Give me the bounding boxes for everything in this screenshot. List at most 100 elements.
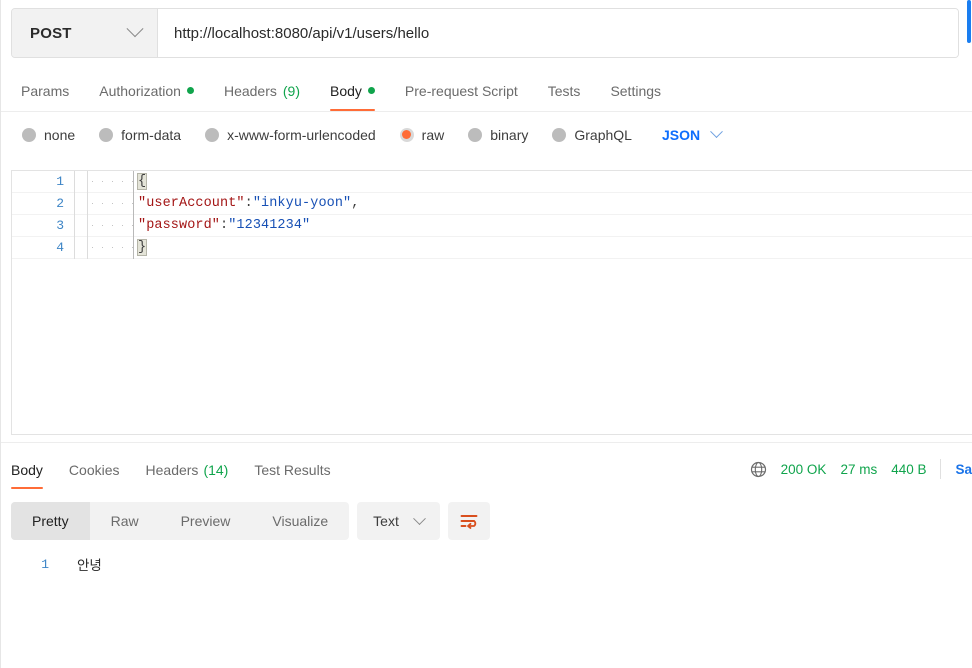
view-mode-preview[interactable]: Preview [160,502,252,540]
http-method-dropdown[interactable]: POST [12,9,158,57]
indent-dot [92,203,93,204]
indent-dot [122,203,123,204]
editor-line[interactable]: 1{ [12,171,972,193]
view-mode-visualize[interactable]: Visualize [251,502,349,540]
radio-button-icon[interactable] [552,127,567,142]
response-status-bar: 200 OK 27 ms 440 B Sa [750,455,972,483]
status-separator [940,459,942,479]
indent-dot [102,181,103,182]
json-close-brace: } [136,238,148,256]
body-type-label: none [44,126,76,143]
json-colon: : [244,195,253,211]
line-number: 2 [56,196,64,211]
radio-button-icon[interactable] [99,127,114,142]
view-mode-raw[interactable]: Raw [90,502,160,540]
response-tab-count: (14) [203,461,229,478]
indent-guides [87,171,133,193]
response-tab-body[interactable]: Body [11,450,43,489]
active-tab-underline [11,486,43,489]
globe-icon[interactable] [750,461,767,478]
url-input[interactable]: http://localhost:8080/api/v1/users/hello [158,9,958,57]
request-tab-settings[interactable]: Settings [610,70,661,111]
indent-dot [112,203,113,204]
response-toolbar: Pretty Raw Preview Visualize Text [11,502,490,540]
indent-dot [92,247,93,248]
json-open-brace: { [136,172,148,190]
modified-indicator-dot [367,87,375,94]
editor-line-content[interactable]: } [133,236,148,259]
response-tab-label: Test Results [254,461,331,478]
editor-line[interactable]: 3 "password":"12341234" [12,214,972,237]
response-tab-label: Body [11,461,43,478]
wrap-text-button[interactable] [447,502,490,540]
editor-line[interactable]: 4} [12,236,972,259]
response-format-dropdown[interactable]: Text [357,502,440,540]
view-mode-pretty[interactable]: Pretty [11,502,90,540]
response-tab-headers[interactable]: Headers (14) [146,450,229,489]
request-tab-label: Tests [547,82,581,99]
response-divider [1,442,972,443]
indent-dot [122,225,123,226]
save-response-button[interactable]: Sa [955,462,972,477]
url-value: http://localhost:8080/api/v1/users/hello [174,24,430,42]
request-tab-label: Authorization [99,82,181,99]
http-method-label: POST [30,24,72,42]
fold-gutter[interactable] [74,171,87,193]
request-tab-label: Body [330,82,362,99]
indent-dot [122,181,123,182]
response-line-number: 1 [41,556,49,572]
modified-indicator-dot [186,87,194,94]
radio-button-icon[interactable] [22,127,36,142]
fold-gutter[interactable] [74,192,87,215]
body-type-raw[interactable]: raw [399,127,444,143]
body-type-x-www-form-urlencoded[interactable]: x-www-form-urlencoded [205,127,376,143]
response-format-label: Text [373,513,399,529]
body-type-label: binary [490,126,529,143]
indent-dot [112,181,113,182]
json-comma: , [351,195,360,211]
response-body-line: 1 안녕 [1,552,972,576]
radio-button-icon[interactable] [399,127,414,142]
body-type-form-data[interactable]: form-data [99,127,181,143]
request-tab-pre-request-script[interactable]: Pre-request Script [405,70,518,111]
json-value: "12341234" [228,217,311,233]
indent-dot [102,203,103,204]
response-tab-cookies[interactable]: Cookies [69,450,120,489]
postman-request-response-pane: POST http://localhost:8080/api/v1/users/… [0,0,972,668]
editor-line-content[interactable]: "userAccount":"inkyu-yoon", [133,192,360,215]
status-code: 200 OK [780,461,827,477]
request-tab-params[interactable]: Params [21,70,69,111]
radio-button-icon[interactable] [468,127,483,142]
request-tab-count: (9) [282,82,300,99]
response-view-mode-group: Pretty Raw Preview Visualize [11,502,350,540]
fold-gutter[interactable] [74,236,87,259]
right-edge-scrollbar[interactable] [967,0,971,43]
body-type-radio-group: none form-data x-www-form-urlencoded raw bin… [1,112,972,157]
request-tab-tests[interactable]: Tests [548,70,581,111]
request-body-editor[interactable]: 1{2 "userAccount":"inkyu-yoon", 3 "password… [11,170,972,435]
radio-button-icon[interactable] [205,127,220,142]
editor-line-content[interactable]: { [133,171,148,193]
request-tab-headers[interactable]: Headers (9) [224,70,300,111]
response-tab-test-results[interactable]: Test Results [254,450,330,489]
response-body-viewer[interactable]: 1 안녕 [1,552,972,612]
line-number: 1 [56,174,64,189]
line-number: 4 [56,240,64,255]
raw-format-label: JSON [661,126,701,143]
request-tab-body[interactable]: Body [330,70,375,111]
request-tab-label: Params [21,82,70,99]
body-type-none[interactable]: none [22,127,75,143]
body-type-label: x-www-form-urlencoded [227,126,376,143]
body-type-binary[interactable]: binary [468,127,528,143]
editor-line-content[interactable]: "password":"12341234" [133,214,311,237]
body-type-graphql[interactable]: GraphQL [552,127,632,143]
indent-dot [92,181,93,182]
request-tab-authorization[interactable]: Authorization [99,70,194,111]
fold-gutter[interactable] [74,214,87,237]
response-tab-label: Headers [145,461,199,478]
indent-guides [87,214,133,237]
request-tab-label: Settings [610,82,662,99]
request-tab-label: Pre-request Script [404,82,518,99]
raw-format-dropdown[interactable]: JSON [661,125,723,143]
editor-line[interactable]: 2 "userAccount":"inkyu-yoon", [12,192,972,215]
